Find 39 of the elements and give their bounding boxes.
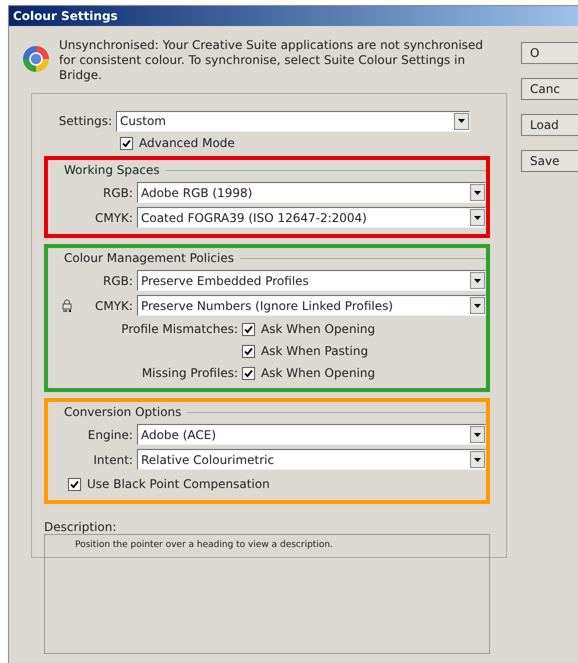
dropdown[interactable]: Adobe RGB (1998) bbox=[136, 182, 486, 203]
dropdown[interactable]: Custom bbox=[116, 110, 470, 132]
field-label: Engine: bbox=[88, 426, 133, 444]
checkbox-label[interactable]: Ask When Opening bbox=[261, 364, 376, 382]
dialog-button[interactable]: O bbox=[521, 42, 578, 64]
field-label: Profile Mismatches: bbox=[121, 321, 238, 338]
group-title: Conversion Options bbox=[64, 404, 182, 421]
group-title: Colour Management Policies bbox=[64, 250, 234, 267]
group-title: Working Spaces bbox=[64, 162, 160, 179]
field-label: CMYK: bbox=[94, 298, 133, 314]
field-label: RGB: bbox=[103, 184, 133, 202]
field-label: CMYK: bbox=[94, 210, 133, 226]
field-label: Settings: bbox=[58, 113, 112, 130]
checkbox-label[interactable]: Advanced Mode bbox=[139, 134, 235, 152]
field-label: RGB: bbox=[103, 272, 133, 290]
dialog-button[interactable]: Canc bbox=[521, 78, 578, 100]
checkbox[interactable] bbox=[242, 366, 255, 380]
field-label: Intent: bbox=[93, 452, 133, 468]
dialog-button[interactable]: Save bbox=[521, 150, 578, 172]
checkbox[interactable] bbox=[120, 136, 133, 150]
checkbox[interactable] bbox=[242, 344, 255, 358]
field-label: Missing Profiles: bbox=[142, 365, 238, 382]
checkbox[interactable] bbox=[68, 478, 81, 490]
description-text: Position the pointer over a heading to view a description. bbox=[75, 540, 333, 550]
dropdown[interactable]: Adobe (ACE) bbox=[136, 424, 486, 445]
checkbox-label[interactable]: Use Black Point Compensation bbox=[87, 475, 270, 493]
dropdown[interactable]: Preserve Numbers (Ignore Linked Profiles) bbox=[136, 295, 486, 316]
window-title: Colour Settings bbox=[9, 6, 578, 26]
checkbox[interactable] bbox=[242, 322, 255, 336]
dialog-button[interactable]: Load bbox=[521, 114, 578, 136]
checkbox-label[interactable]: Ask When Pasting bbox=[261, 342, 368, 360]
colour-wheel-icon bbox=[21, 44, 51, 74]
dropdown[interactable]: Preserve Embedded Profiles bbox=[136, 270, 486, 291]
dropdown[interactable]: Relative Colourimetric bbox=[136, 449, 486, 470]
sync-warning-text: Unsynchronised: Your Creative Suite applications are not synchronised for consistent colour. To synchronise, select Suite Colour Settings in Bridge. bbox=[59, 38, 484, 83]
lock-icon bbox=[62, 299, 72, 312]
dropdown[interactable]: Coated FOGRA39 (ISO 12647-2:2004) bbox=[136, 207, 486, 228]
description-label: Description: bbox=[44, 519, 118, 534]
checkbox-label[interactable]: Ask When Opening bbox=[261, 320, 376, 338]
